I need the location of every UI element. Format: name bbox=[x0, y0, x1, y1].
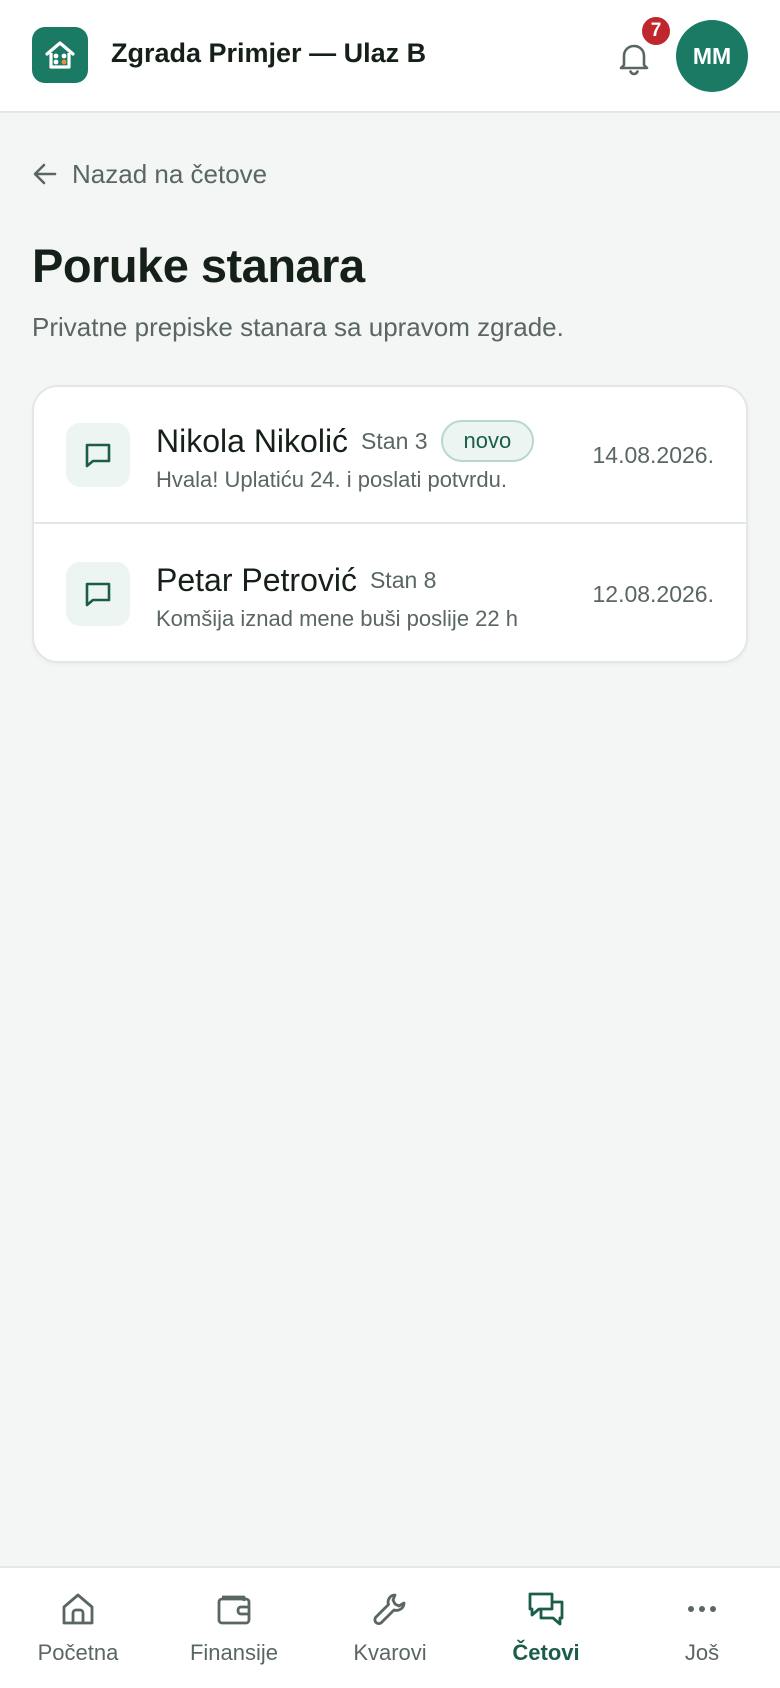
page-title: Poruke stanara bbox=[32, 239, 365, 292]
nav-label: Kvarovi bbox=[353, 1640, 427, 1665]
home-icon bbox=[62, 1593, 94, 1625]
chat-bubble-icon bbox=[66, 423, 130, 487]
nav-label: Finansije bbox=[189, 1640, 279, 1665]
building-name[interactable]: Zgrada Primjer — Ulaz B bbox=[111, 38, 426, 69]
chat-date: 14.08.2026. bbox=[592, 442, 714, 468]
chat-row[interactable]: Petar Petrović Stan 8 Komšija iznad mene… bbox=[34, 526, 746, 661]
new-badge: novo bbox=[440, 420, 535, 462]
nav-label: Četovi bbox=[512, 1640, 580, 1665]
nav-item-finansije[interactable]: Finansije bbox=[156, 1568, 312, 1688]
nav-item-jos[interactable]: Još bbox=[624, 1568, 780, 1688]
back-link-label: Nazad na četove bbox=[72, 158, 268, 189]
nav-item-kvarovi[interactable]: Kvarovi bbox=[312, 1568, 468, 1688]
app-header: Zgrada Primjer — Ulaz B 7 MM bbox=[0, 0, 780, 113]
nav-label: Još bbox=[684, 1640, 720, 1665]
more-dots-icon bbox=[688, 1606, 716, 1612]
bottom-navigation: Početna Finansije Kvarovi Četovi Još bbox=[0, 1566, 780, 1688]
nav-item-pocetna[interactable]: Početna bbox=[0, 1568, 156, 1688]
nav-label: Početna bbox=[37, 1640, 119, 1665]
chat-name: Nikola Nikolić bbox=[156, 422, 349, 459]
user-avatar[interactable]: MM bbox=[676, 20, 748, 92]
chat-bubbles-icon bbox=[528, 1592, 564, 1626]
chat-unit: Stan 3 bbox=[361, 427, 428, 454]
notification-count-badge: 7 bbox=[639, 14, 673, 48]
chat-name: Petar Petrović bbox=[156, 561, 357, 598]
chat-preview: Komšija iznad mene buši poslije 22 h bbox=[156, 606, 518, 631]
chat-row[interactable]: Nikola Nikolić Stan 3 novo Hvala! Uplati… bbox=[34, 387, 746, 524]
back-to-chats-link[interactable]: Nazad na četove bbox=[32, 156, 267, 192]
chat-preview: Hvala! Uplatiću 24. i poslati potvrdu. bbox=[156, 467, 507, 492]
chat-bubble-icon bbox=[66, 562, 130, 626]
chat-list: Nikola Nikolić Stan 3 novo Hvala! Uplati… bbox=[32, 385, 748, 663]
arrow-left-icon bbox=[33, 163, 57, 185]
wallet-icon bbox=[217, 1595, 251, 1625]
wrench-icon bbox=[373, 1593, 406, 1626]
page-subtitle: Privatne prepiske stanara sa upravom zgr… bbox=[32, 312, 564, 342]
building-logo-icon[interactable] bbox=[32, 27, 88, 83]
chat-date: 12.08.2026. bbox=[592, 581, 714, 607]
nav-item-cetovi[interactable]: Četovi bbox=[468, 1568, 624, 1688]
chat-unit: Stan 8 bbox=[369, 566, 437, 593]
